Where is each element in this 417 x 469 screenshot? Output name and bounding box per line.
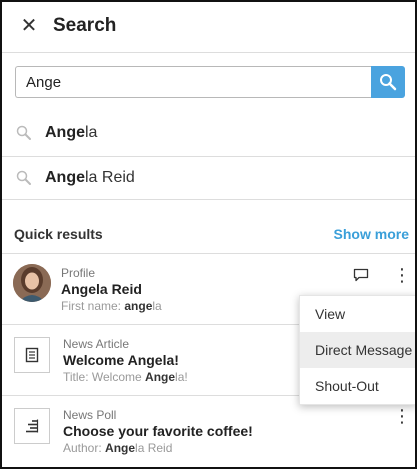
suggestion-text: Angela Reid xyxy=(45,169,135,186)
result-title: Welcome Angela! xyxy=(63,352,179,368)
menu-item-view[interactable]: View xyxy=(300,296,415,332)
panel-title: Search xyxy=(53,15,117,36)
suggestion-item[interactable]: Angela Reid xyxy=(2,157,415,201)
search-icon xyxy=(380,74,397,91)
close-icon[interactable]: ✕ xyxy=(18,14,40,38)
more-options-icon[interactable]: ⋮ xyxy=(393,407,411,425)
result-subtitle: Title: Welcome Angela! xyxy=(63,370,188,384)
search-panel: ✕ Search Angela Angela Reid Quick result… xyxy=(0,0,417,469)
search-input[interactable] xyxy=(15,66,371,98)
show-more-link[interactable]: Show more xyxy=(334,226,409,242)
result-type: News Poll xyxy=(63,408,117,422)
quick-results-label: Quick results xyxy=(14,226,103,242)
panel-header: ✕ Search xyxy=(2,2,415,53)
search-icon xyxy=(16,125,31,140)
chat-icon[interactable] xyxy=(353,268,369,282)
poll-icon xyxy=(14,408,50,444)
search-bar xyxy=(15,66,405,98)
context-menu: View Direct Message Shout-Out xyxy=(299,295,415,405)
avatar xyxy=(13,264,51,302)
suggestion-item[interactable]: Angela xyxy=(2,112,415,156)
result-item-news-poll[interactable]: News Poll Choose your favorite coffee! A… xyxy=(2,396,415,466)
search-icon xyxy=(16,170,31,185)
result-subtitle: Author: Angela Reid xyxy=(63,441,173,455)
divider xyxy=(2,199,415,200)
result-type: Profile xyxy=(61,266,96,280)
search-button[interactable] xyxy=(371,66,405,98)
more-options-icon[interactable]: ⋮ xyxy=(393,266,411,284)
result-subtitle: First name: angela xyxy=(61,299,162,313)
article-icon xyxy=(14,337,50,373)
menu-item-direct-message[interactable]: Direct Message xyxy=(300,332,415,368)
menu-item-shout-out[interactable]: Shout-Out xyxy=(300,368,415,404)
suggestion-text: Angela xyxy=(45,124,98,141)
result-title: Angela Reid xyxy=(61,281,142,297)
result-title: Choose your favorite coffee! xyxy=(63,423,253,439)
result-type: News Article xyxy=(63,337,130,351)
